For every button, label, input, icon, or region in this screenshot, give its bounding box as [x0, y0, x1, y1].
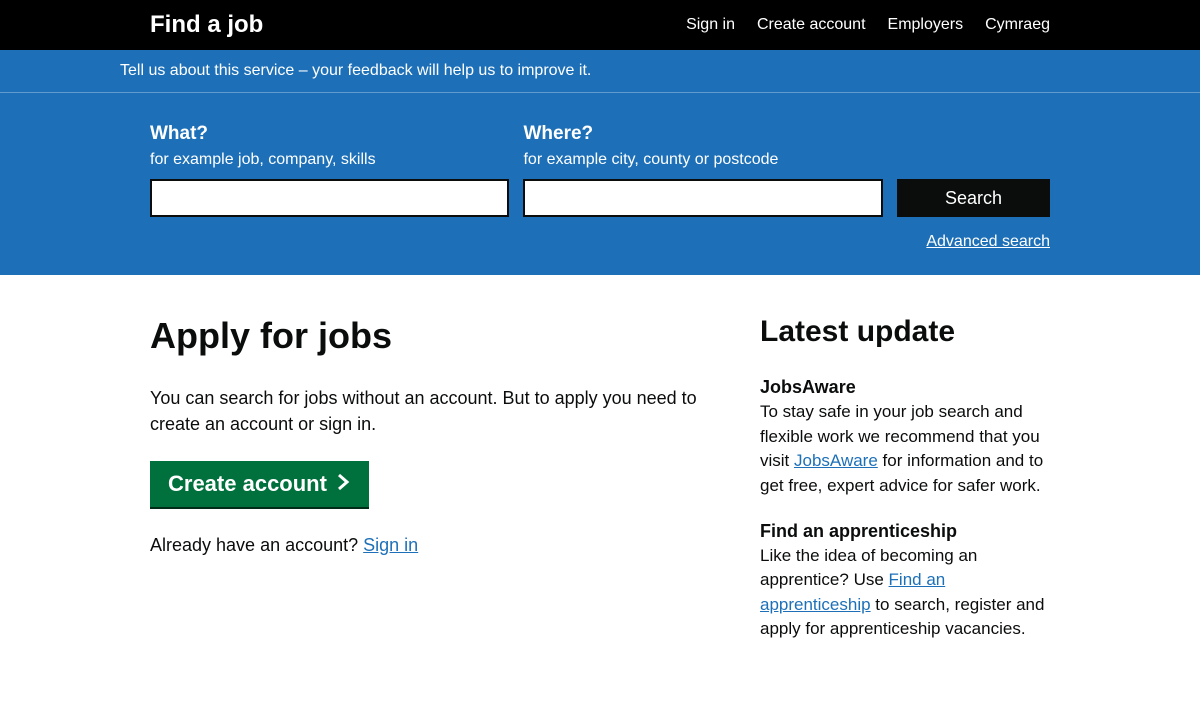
apply-heading: Apply for jobs — [150, 315, 730, 357]
top-header: Find a job Sign in Create account Employ… — [0, 0, 1200, 50]
nav-signin[interactable]: Sign in — [686, 16, 735, 34]
nav-cymraeg[interactable]: Cymraeg — [985, 16, 1050, 34]
advanced-search-link[interactable]: Advanced search — [926, 233, 1050, 250]
phase-text-suffix: will help us to improve it. — [413, 62, 592, 79]
jobsaware-link[interactable]: JobsAware — [794, 451, 878, 470]
chevron-right-icon — [337, 471, 351, 497]
signin-prefix: Already have an account? — [150, 535, 363, 555]
search-button-wrap: Search — [897, 179, 1050, 217]
updates-section: Latest update JobsAware To stay safe in … — [760, 315, 1050, 664]
what-hint: for example job, company, skills — [150, 151, 509, 169]
signin-line: Already have an account? Sign in — [150, 535, 730, 556]
update-title: Find an apprenticeship — [760, 521, 1050, 542]
updates-heading: Latest update — [760, 315, 1050, 349]
what-field: What? for example job, company, skills — [150, 123, 509, 217]
update-item: Find an apprenticeship Like the idea of … — [760, 521, 1050, 643]
where-hint: for example city, county or postcode — [523, 151, 882, 169]
main-content: Apply for jobs You can search for jobs w… — [0, 275, 1200, 724]
nav-create-account[interactable]: Create account — [757, 16, 866, 34]
create-account-label: Create account — [168, 471, 327, 497]
search-button[interactable]: Search — [897, 179, 1050, 217]
update-item: JobsAware To stay safe in your job searc… — [760, 377, 1050, 499]
create-account-button[interactable]: Create account — [150, 461, 369, 507]
apply-section: Apply for jobs You can search for jobs w… — [150, 315, 730, 664]
nav-employers[interactable]: Employers — [888, 16, 964, 34]
update-body: To stay safe in your job search and flex… — [760, 400, 1050, 499]
where-label: Where? — [523, 123, 882, 145]
top-nav: Sign in Create account Employers Cymraeg — [686, 16, 1050, 34]
what-input[interactable] — [150, 179, 509, 217]
where-field: Where? for example city, county or postc… — [523, 123, 882, 217]
feedback-link[interactable]: feedback — [348, 62, 413, 79]
search-panel: What? for example job, company, skills W… — [0, 93, 1200, 275]
update-body: Like the idea of becoming an apprentice?… — [760, 544, 1050, 643]
apply-body: You can search for jobs without an accou… — [150, 385, 730, 437]
phase-text-prefix: Tell us about this service – your — [120, 62, 348, 79]
phase-banner: Tell us about this service – your feedba… — [0, 50, 1200, 93]
what-label: What? — [150, 123, 509, 145]
site-title: Find a job — [150, 11, 263, 39]
where-input[interactable] — [523, 179, 882, 217]
signin-link[interactable]: Sign in — [363, 535, 418, 555]
update-title: JobsAware — [760, 377, 1050, 398]
